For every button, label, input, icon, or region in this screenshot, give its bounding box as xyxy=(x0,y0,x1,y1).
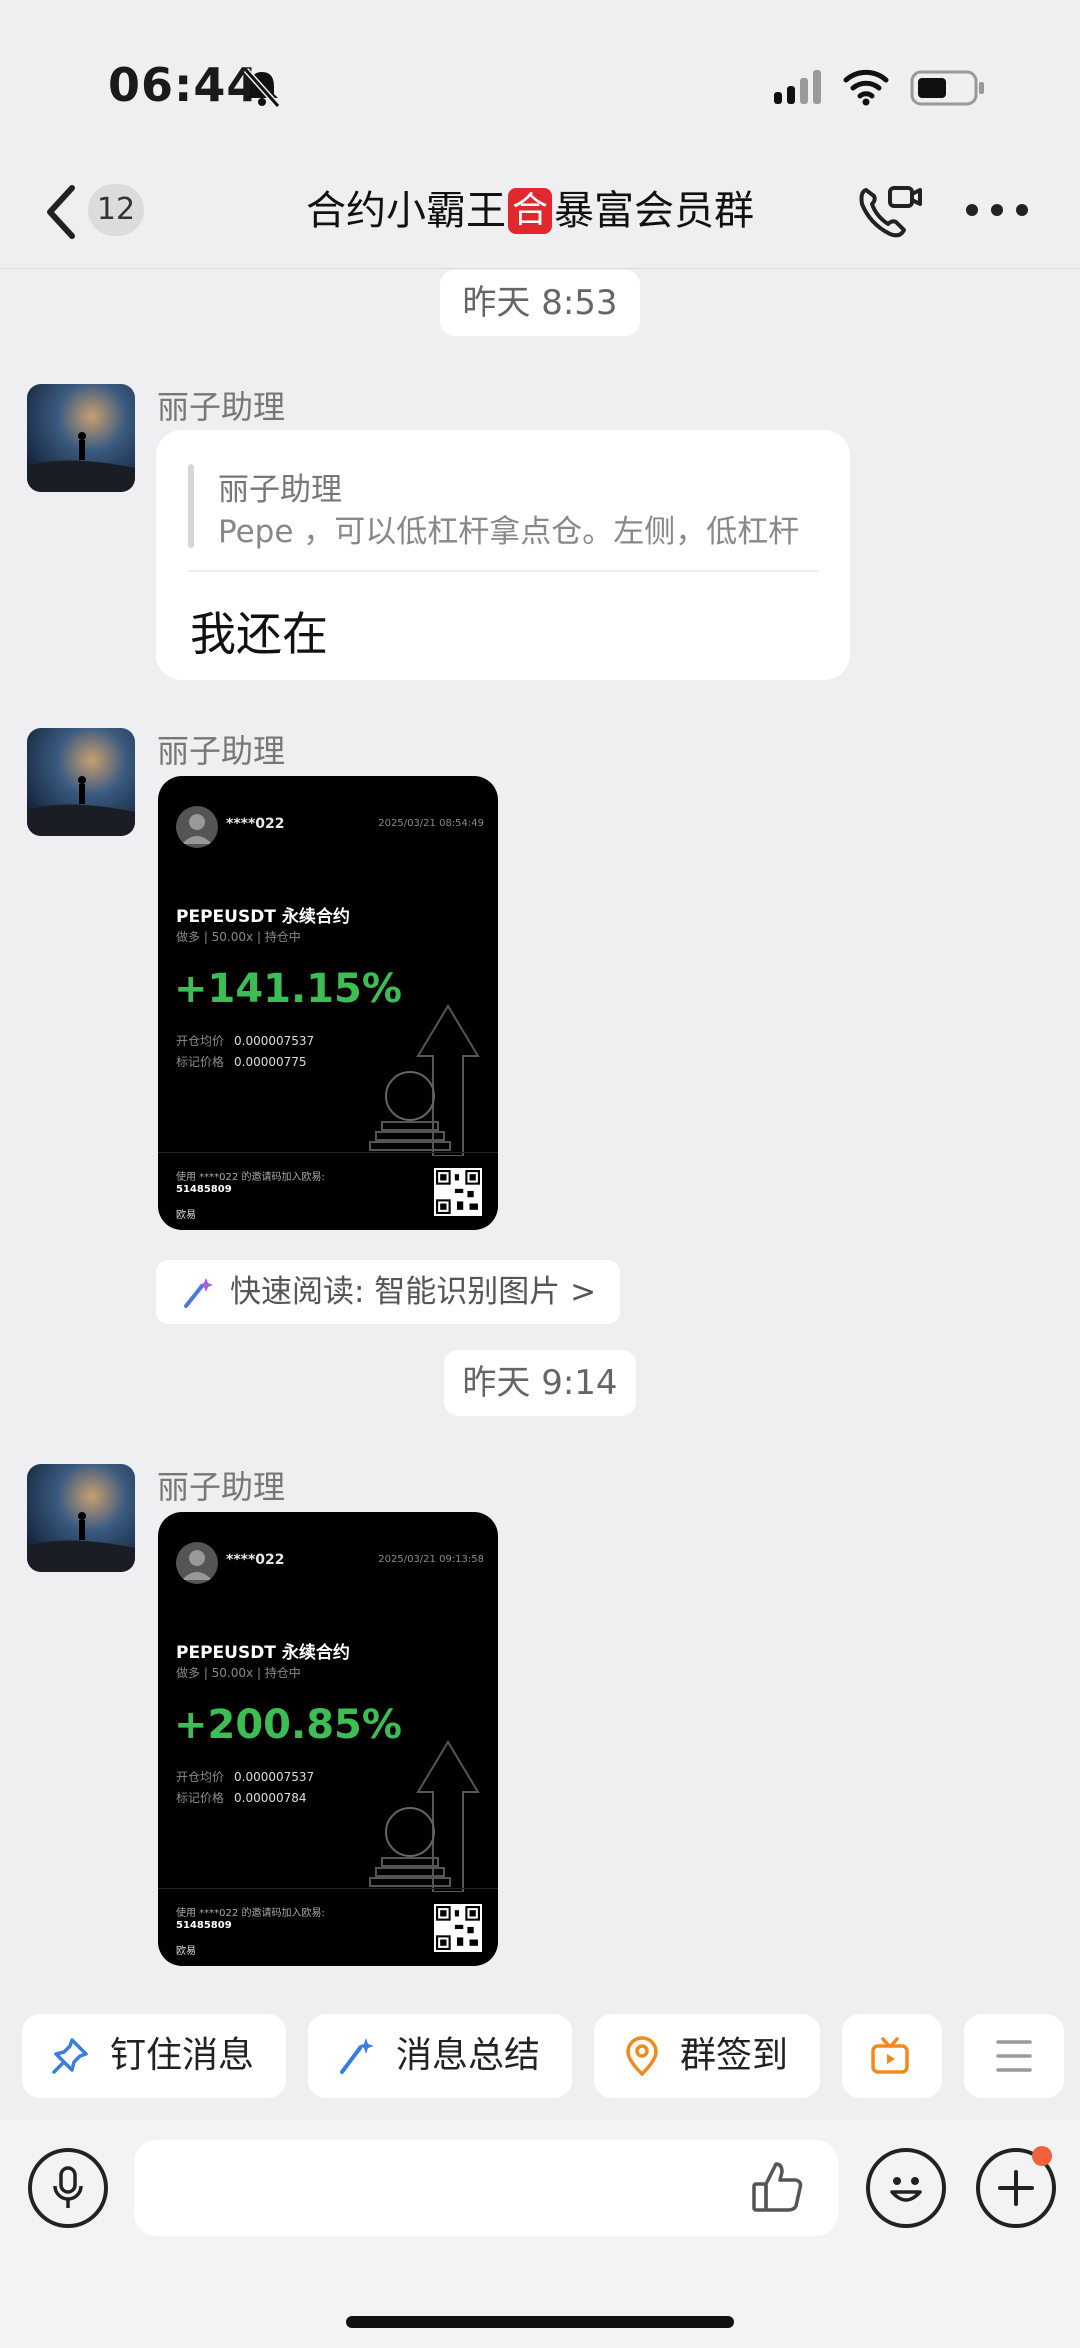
chat-title-prefix: 合约小霸王 xyxy=(305,188,506,234)
card-open-price: 开仓均价 0.000007537 xyxy=(176,1768,314,1785)
sender-avatar[interactable] xyxy=(27,728,135,836)
group-checkin-label: 群签到 xyxy=(680,2035,789,2076)
quote-text[interactable]: Pepe ，可以低杠杆拿点仓。左侧，低杠杆 xyxy=(218,506,838,551)
location-icon xyxy=(626,2036,658,2076)
video-feature-button[interactable] xyxy=(842,2014,942,2098)
mark-price-label: 标记价格 xyxy=(176,1055,225,1069)
card-meta: 做多 | 50.00x | 持仓中 xyxy=(176,930,301,944)
card-user-avatar xyxy=(176,806,218,848)
pin-message-button[interactable]: 钉住消息 xyxy=(22,2014,286,2098)
voice-input-button[interactable] xyxy=(28,2148,108,2228)
trade-card-image[interactable]: ****022 2025/03/21 08:54:49 PEPEUSDT 永续合… xyxy=(158,776,498,1230)
header-divider xyxy=(0,268,1080,269)
wifi-icon xyxy=(843,69,889,106)
pin-icon xyxy=(52,2038,88,2074)
card-invite-text: 使用 ****022 的邀请码加入欧易: xyxy=(176,1908,325,1919)
tv-icon xyxy=(871,2037,909,2074)
mark-price-value: 0.00000775 xyxy=(234,1055,307,1069)
more-actions-button[interactable] xyxy=(964,2014,1064,2098)
qr-code-icon xyxy=(434,1904,482,1952)
bell-muted-icon xyxy=(243,68,281,108)
title-emoji-badge: 合 xyxy=(507,188,552,234)
signal-icon xyxy=(774,70,824,104)
card-date: 2025/03/21 08:54:49 xyxy=(378,818,484,829)
open-price-value: 0.000007537 xyxy=(234,1770,315,1784)
quote-bar xyxy=(188,464,194,548)
card-user-avatar xyxy=(176,1542,218,1584)
quick-read-button[interactable]: 快速阅读: 智能识别图片 > xyxy=(156,1260,620,1324)
message-bubble[interactable]: 丽子助理 Pepe ，可以低杠杆拿点仓。左侧，低杠杆 我还在 xyxy=(156,430,850,680)
time-separator: 昨天 9:14 xyxy=(444,1350,636,1416)
sparkle-icon xyxy=(340,2038,374,2074)
open-price-label: 开仓均价 xyxy=(176,1034,225,1048)
qr-code-icon xyxy=(434,1168,482,1216)
group-checkin-button[interactable]: 群签到 xyxy=(594,2014,820,2098)
microphone-icon xyxy=(53,2166,83,2208)
card-username: ****022 xyxy=(226,1552,285,1568)
sender-avatar[interactable] xyxy=(27,384,135,492)
card-invite-code: 51485809 xyxy=(176,1184,232,1195)
card-pair: PEPEUSDT 永续合约 xyxy=(176,907,350,927)
mark-price-label: 标记价格 xyxy=(176,1791,225,1805)
menu-icon xyxy=(996,2040,1032,2072)
sparkle-wand-icon xyxy=(184,1278,213,1308)
quote-sender: 丽子助理 xyxy=(218,472,342,508)
plus-icon xyxy=(998,2170,1034,2206)
quick-read-label: 快速阅读: 智能识别图片 > xyxy=(230,1274,597,1310)
card-brand: 欧易 xyxy=(176,1210,196,1221)
card-pair: PEPEUSDT 永续合约 xyxy=(176,1643,350,1663)
rising-coin-illustration xyxy=(369,1004,480,1156)
card-brand: 欧易 xyxy=(176,1946,196,1957)
message-input[interactable] xyxy=(134,2140,838,2236)
card-invite-text: 使用 ****022 的邀请码加入欧易: xyxy=(176,1172,325,1183)
trade-card-image[interactable]: ****022 2025/03/21 09:13:58 PEPEUSDT 永续合… xyxy=(158,1512,498,1966)
message-summary-button[interactable]: 消息总结 xyxy=(308,2014,572,2098)
pin-message-label: 钉住消息 xyxy=(110,2035,255,2076)
video-call-icon[interactable] xyxy=(856,182,924,242)
battery-icon xyxy=(910,70,984,106)
card-date: 2025/03/21 09:13:58 xyxy=(378,1554,484,1565)
unread-count-badge[interactable]: 12 xyxy=(88,184,144,236)
time-separator: 昨天 8:53 xyxy=(440,270,640,336)
card-invite-code: 51485809 xyxy=(176,1920,232,1931)
mark-price-value: 0.00000784 xyxy=(234,1791,307,1805)
sender-name: 丽子助理 xyxy=(157,732,286,770)
card-footer-divider xyxy=(158,1888,498,1889)
message-text: 我还在 xyxy=(190,607,328,661)
card-mark-price: 标记价格 0.00000775 xyxy=(176,1053,307,1070)
sender-name: 丽子助理 xyxy=(157,388,286,426)
emoji-button[interactable] xyxy=(866,2148,946,2228)
card-open-price: 开仓均价 0.000007537 xyxy=(176,1032,314,1049)
notification-dot xyxy=(1032,2146,1052,2166)
card-mark-price: 标记价格 0.00000784 xyxy=(176,1789,307,1806)
quote-divider xyxy=(188,570,818,572)
card-footer-divider xyxy=(158,1152,498,1153)
rising-coin-illustration xyxy=(369,1740,480,1892)
chat-title-suffix: 暴富会员群 xyxy=(554,188,754,234)
sender-avatar[interactable] xyxy=(27,1464,135,1572)
open-price-value: 0.000007537 xyxy=(234,1034,315,1048)
open-price-label: 开仓均价 xyxy=(176,1770,225,1784)
sender-name: 丽子助理 xyxy=(157,1468,286,1506)
back-chevron-icon[interactable] xyxy=(40,182,80,242)
message-summary-label: 消息总结 xyxy=(396,2035,541,2076)
status-time: 06:44 xyxy=(108,58,260,112)
card-meta: 做多 | 50.00x | 持仓中 xyxy=(176,1666,301,1680)
smiley-icon xyxy=(890,2177,922,2202)
home-indicator[interactable] xyxy=(346,2316,734,2328)
chat-title: 合约小霸王合暴富会员群 xyxy=(180,178,880,236)
thumbs-up-icon[interactable] xyxy=(748,2158,808,2218)
card-username: ****022 xyxy=(226,816,285,832)
more-options-icon[interactable] xyxy=(964,198,1030,222)
